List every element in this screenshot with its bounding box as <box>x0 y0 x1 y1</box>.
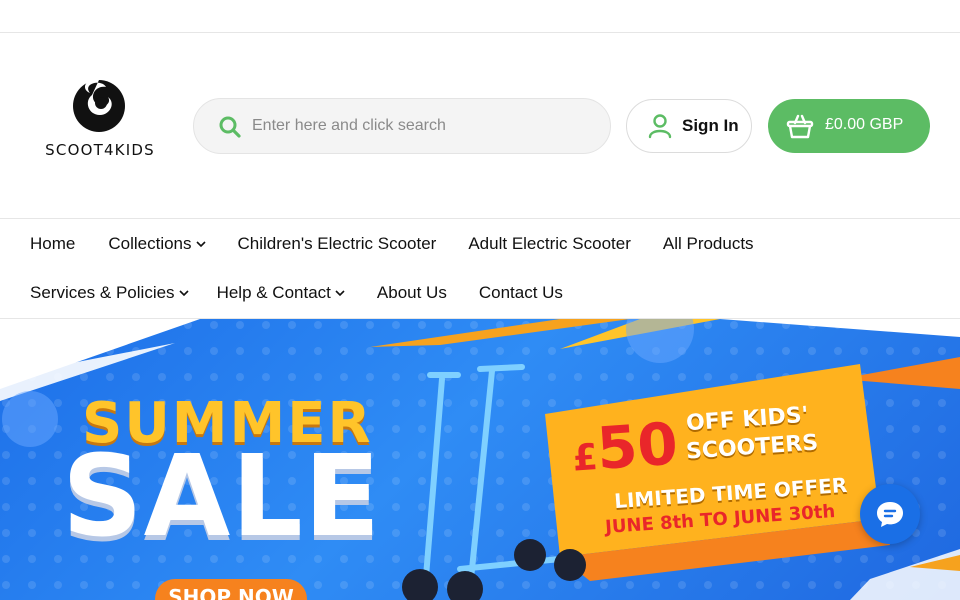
chevron-down-icon <box>335 290 345 297</box>
nav-item-label: About Us <box>376 283 447 302</box>
chevron-down-icon <box>195 241 206 248</box>
offer-value: 50 <box>594 409 681 483</box>
offer-amount: £50 <box>570 409 680 484</box>
chevron-down-icon <box>178 290 189 297</box>
search-input[interactable] <box>252 109 592 143</box>
chat-widget-button[interactable] <box>860 484 920 544</box>
shop-now-button[interactable]: SHOP NOW <box>155 579 307 600</box>
site-logo[interactable]: SCOOT4KIDS <box>32 75 168 159</box>
nav-item-about-us[interactable]: About Us <box>377 283 447 303</box>
banner-headline-sale: SALE <box>62 432 382 562</box>
main-navigation: Home Collections Children's Electric Sco… <box>0 220 960 319</box>
hero-banner[interactable]: SUMMER SALE SHOP NOW £50 OFF KIDS' SCOOT… <box>0 319 960 600</box>
nav-item-label: Help & Contact <box>216 283 331 302</box>
nav-item-collections[interactable]: Collections <box>108 234 206 254</box>
nav-item-help-contact[interactable]: Help & Contact <box>217 283 345 303</box>
basket-icon <box>786 114 814 139</box>
cart-total: £0.00 GBP <box>825 116 904 133</box>
site-header: SCOOT4KIDS Sign In £0.00 GBP <box>0 33 960 219</box>
chat-icon <box>877 502 903 527</box>
nav-item-services-policies[interactable]: Services & Policies <box>30 283 189 303</box>
logo-wordmark: SCOOT4KIDS <box>45 141 155 159</box>
search-bar[interactable] <box>193 98 611 154</box>
nav-item-label: Adult Electric Scooter <box>468 234 631 253</box>
nav-item-label: All Products <box>662 234 754 253</box>
search-icon[interactable] <box>218 115 242 139</box>
nav-item-home[interactable]: Home <box>30 234 75 254</box>
nav-row-primary: Home Collections Children's Electric Sco… <box>30 229 754 259</box>
nav-item-childrens-electric-scooter[interactable]: Children's Electric Scooter <box>238 234 437 254</box>
nav-item-label: Collections <box>108 234 192 253</box>
nav-item-label: Contact Us <box>478 283 563 302</box>
sign-in-button[interactable]: Sign In <box>626 99 752 153</box>
nav-item-label: Services & Policies <box>30 283 175 302</box>
nav-row-secondary: Services & Policies Help & Contact About… <box>30 278 563 308</box>
nav-item-all-products[interactable]: All Products <box>663 234 754 254</box>
nav-item-label: Home <box>30 234 76 253</box>
announcement-bar <box>0 0 960 33</box>
logo-swirl-icon <box>73 79 125 132</box>
cart-button[interactable]: £0.00 GBP <box>768 99 930 153</box>
user-icon <box>648 114 672 139</box>
nav-item-label: Children's Electric Scooter <box>237 234 437 253</box>
nav-item-contact-us[interactable]: Contact Us <box>479 283 563 303</box>
nav-item-adult-electric-scooter[interactable]: Adult Electric Scooter <box>468 234 631 254</box>
sign-in-label: Sign In <box>682 116 739 135</box>
offer-currency: £ <box>571 436 600 480</box>
